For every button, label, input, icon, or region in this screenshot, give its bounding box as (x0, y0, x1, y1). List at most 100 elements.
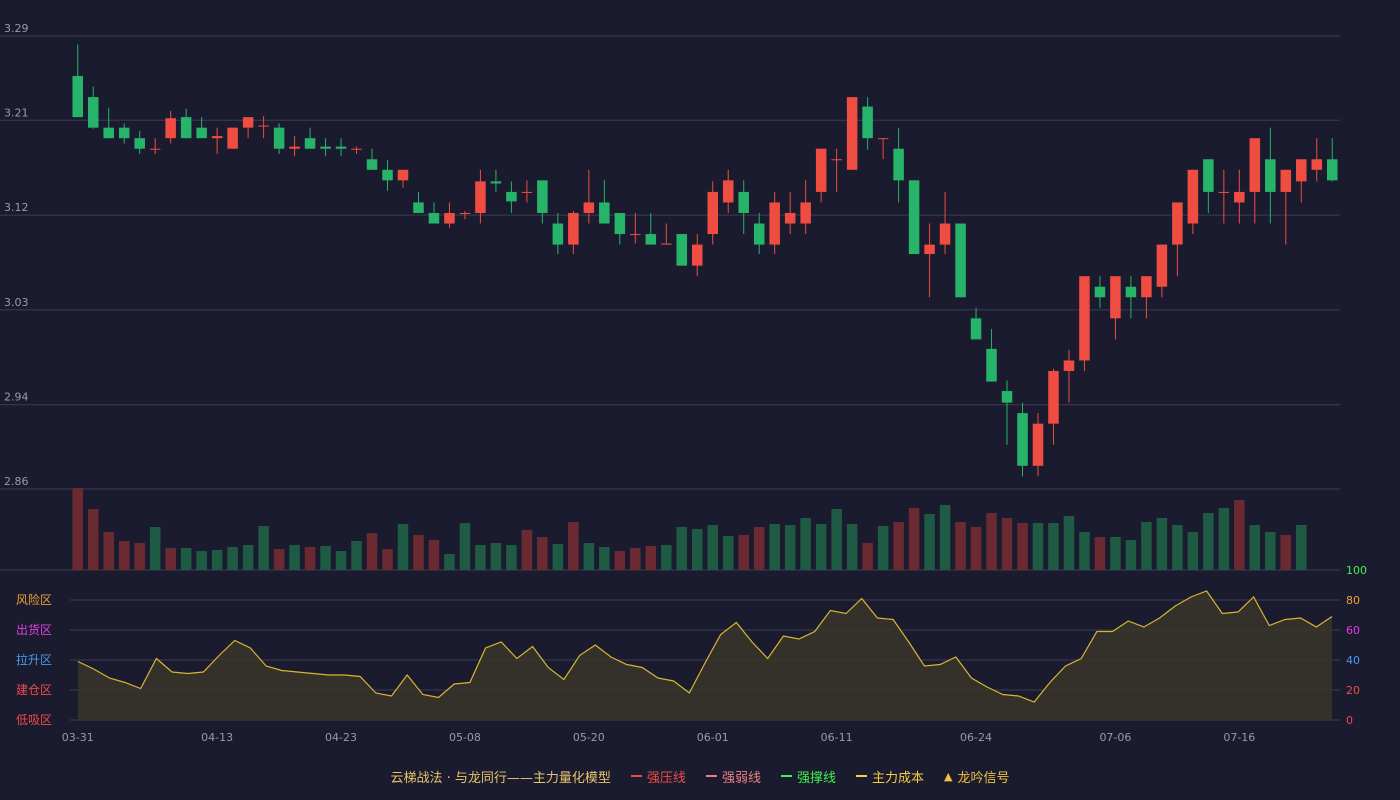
volume-bar (1218, 508, 1230, 570)
candle-body (862, 106, 873, 139)
candle-body (397, 169, 409, 181)
price-tick-label: 3.21 (4, 106, 29, 119)
candle-body (475, 181, 486, 213)
candle-body (568, 212, 579, 245)
volume-bar (366, 533, 378, 570)
candle-body (645, 234, 657, 245)
volume-bar (1156, 518, 1168, 570)
candle-body (583, 202, 595, 213)
zone-label: 低吸区 (16, 713, 52, 727)
candle-body (970, 318, 982, 340)
legend-label: 主力成本 (871, 770, 924, 786)
volume-bar (537, 537, 548, 570)
volume-bar (1203, 513, 1214, 570)
candle-body (118, 127, 130, 139)
legend-item[interactable]: ▲ 龙吟信号 (944, 767, 1009, 786)
volume-bar (273, 549, 285, 570)
candle-body (444, 212, 455, 224)
candle-body (273, 127, 285, 149)
candle-body (738, 191, 749, 213)
volume-bar (722, 536, 734, 570)
volume-bar (227, 547, 238, 570)
volume-bar (645, 546, 657, 570)
candle-body (769, 202, 780, 245)
volume-bar (304, 547, 316, 570)
volume-bar (1187, 532, 1199, 570)
candle-body (1063, 360, 1075, 372)
candle-body (521, 191, 533, 193)
date-tick-label: 04-23 (325, 731, 357, 744)
volume-bar (118, 541, 130, 570)
price-tick-label: 3.29 (4, 22, 29, 35)
legend-label: 强弱线 (721, 770, 761, 786)
zone-label: 风险区 (16, 592, 52, 607)
candle-body (242, 117, 254, 128)
volume-bar (413, 535, 424, 570)
volume-bar (661, 545, 672, 570)
volume-bar (1079, 532, 1090, 570)
date-tick-label: 07-06 (1099, 731, 1131, 744)
volume-bar (428, 540, 440, 570)
volume-bar (149, 527, 161, 570)
date-tick-label: 07-16 (1223, 731, 1255, 744)
candle-body (289, 146, 300, 149)
candle-body (1094, 286, 1106, 298)
volume-bar (630, 548, 641, 570)
date-tick-label: 05-20 (573, 731, 605, 744)
legend-item[interactable]: 强压线 (630, 767, 686, 786)
volume-bar (459, 523, 471, 570)
volume-bar (846, 524, 858, 570)
candle-body (134, 138, 145, 149)
candle-body (165, 118, 176, 139)
volume-bar (1249, 525, 1261, 570)
volume-bar (908, 508, 920, 570)
volume-bar (599, 547, 610, 570)
indicator-tick-label: 60 (1346, 624, 1360, 637)
candle-body (506, 191, 517, 202)
gridlines (0, 35, 1340, 721)
candle-body (180, 117, 192, 139)
volume-bar (521, 530, 533, 570)
volume-bar (955, 522, 966, 570)
candle-body (939, 223, 951, 245)
candle-body (1249, 138, 1261, 192)
volume-bars (72, 488, 1307, 570)
price-tick-label: 3.12 (4, 201, 29, 214)
volume-bar (1172, 525, 1183, 570)
candle-body (800, 202, 811, 224)
volume-bar (180, 548, 192, 570)
candle-body (1265, 159, 1276, 192)
volume-bar (583, 543, 595, 570)
volume-bar (552, 544, 564, 570)
volume-bar (1110, 537, 1121, 570)
candle-body (211, 136, 223, 139)
volume-bar (568, 522, 579, 570)
candle-body (72, 76, 84, 118)
volume-bar (506, 545, 517, 570)
candle-body (1326, 159, 1338, 181)
candle-body (1311, 159, 1323, 170)
legend-item[interactable]: 强弱线 (705, 767, 761, 786)
volume-bar (382, 549, 393, 570)
candle-body (1141, 276, 1152, 298)
candle-body (1079, 276, 1090, 361)
legend-item[interactable]: 主力成本 (855, 767, 924, 786)
candle-body (722, 180, 734, 203)
candle-body (382, 169, 393, 181)
volume-bar (397, 524, 409, 570)
legend-line-icon (705, 775, 717, 777)
volume-bar (815, 524, 827, 570)
volume-bar (831, 509, 842, 570)
candle-body (924, 244, 935, 255)
legend-item[interactable]: 强撑线 (780, 767, 836, 786)
legend-label: 强撑线 (796, 770, 836, 786)
candle-body (1110, 276, 1121, 319)
candle-body (831, 159, 842, 161)
candle-body (1048, 371, 1059, 424)
volume-bar (676, 527, 688, 570)
volume-bar (242, 545, 254, 570)
candle-body (366, 159, 378, 170)
volume-bar (738, 535, 749, 570)
candle-body (1017, 413, 1028, 466)
volume-bar (1017, 523, 1028, 570)
